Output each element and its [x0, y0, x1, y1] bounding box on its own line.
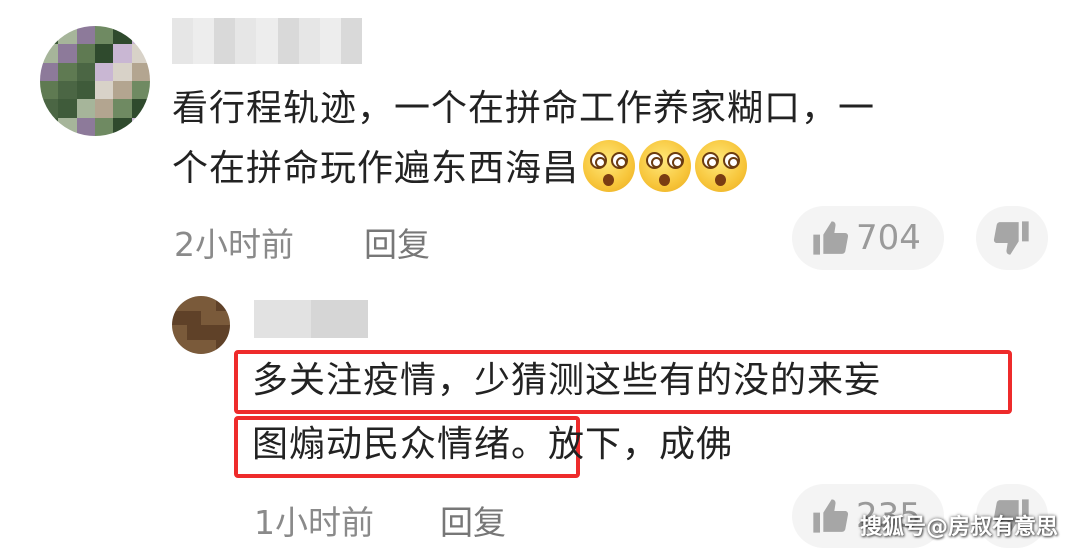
thumbs-up-icon	[813, 499, 849, 533]
reply-text-line1: 多关注疫情，少猜测这些有的没的来妄	[252, 360, 882, 401]
like-count: 704	[856, 218, 921, 258]
dislike-button[interactable]	[976, 206, 1048, 270]
comment-time: 1小时前	[254, 503, 374, 542]
watermark: 搜狐号@房叔有意思	[859, 515, 1058, 540]
reply-button[interactable]: 回复	[364, 218, 430, 266]
thumbs-up-icon	[813, 221, 849, 255]
comment-text-line: 个在拼命玩作遍东西海昌	[172, 148, 580, 189]
comment-text-line: 看行程轨迹，一个在拼命工作养家糊口，一	[172, 88, 876, 129]
avatar[interactable]	[172, 296, 230, 354]
comment-text: 看行程轨迹，一个在拼命工作养家糊口，一	[172, 82, 875, 136]
thumbs-down-icon	[993, 221, 1029, 255]
reply-text-line2: 图煽动民众情绪。放下，成佛	[252, 418, 733, 472]
dizzy-face-emoji-icon	[583, 140, 636, 192]
like-button[interactable]: 704	[792, 206, 944, 270]
comment-text-line2: 个在拼命玩作遍东西海昌	[172, 140, 748, 196]
username-blurred[interactable]	[254, 300, 368, 338]
dizzy-face-emoji-icon	[639, 140, 692, 192]
avatar[interactable]	[40, 26, 150, 136]
username-blurred[interactable]	[172, 18, 362, 64]
comment-time: 2小时前	[174, 225, 294, 264]
reply-button[interactable]: 回复	[440, 496, 506, 544]
reply-text-highlighted: 图煽动民众情绪	[252, 424, 512, 465]
dizzy-face-emoji-icon	[695, 140, 748, 192]
reply-text-rest: 。放下，成佛	[511, 424, 734, 465]
